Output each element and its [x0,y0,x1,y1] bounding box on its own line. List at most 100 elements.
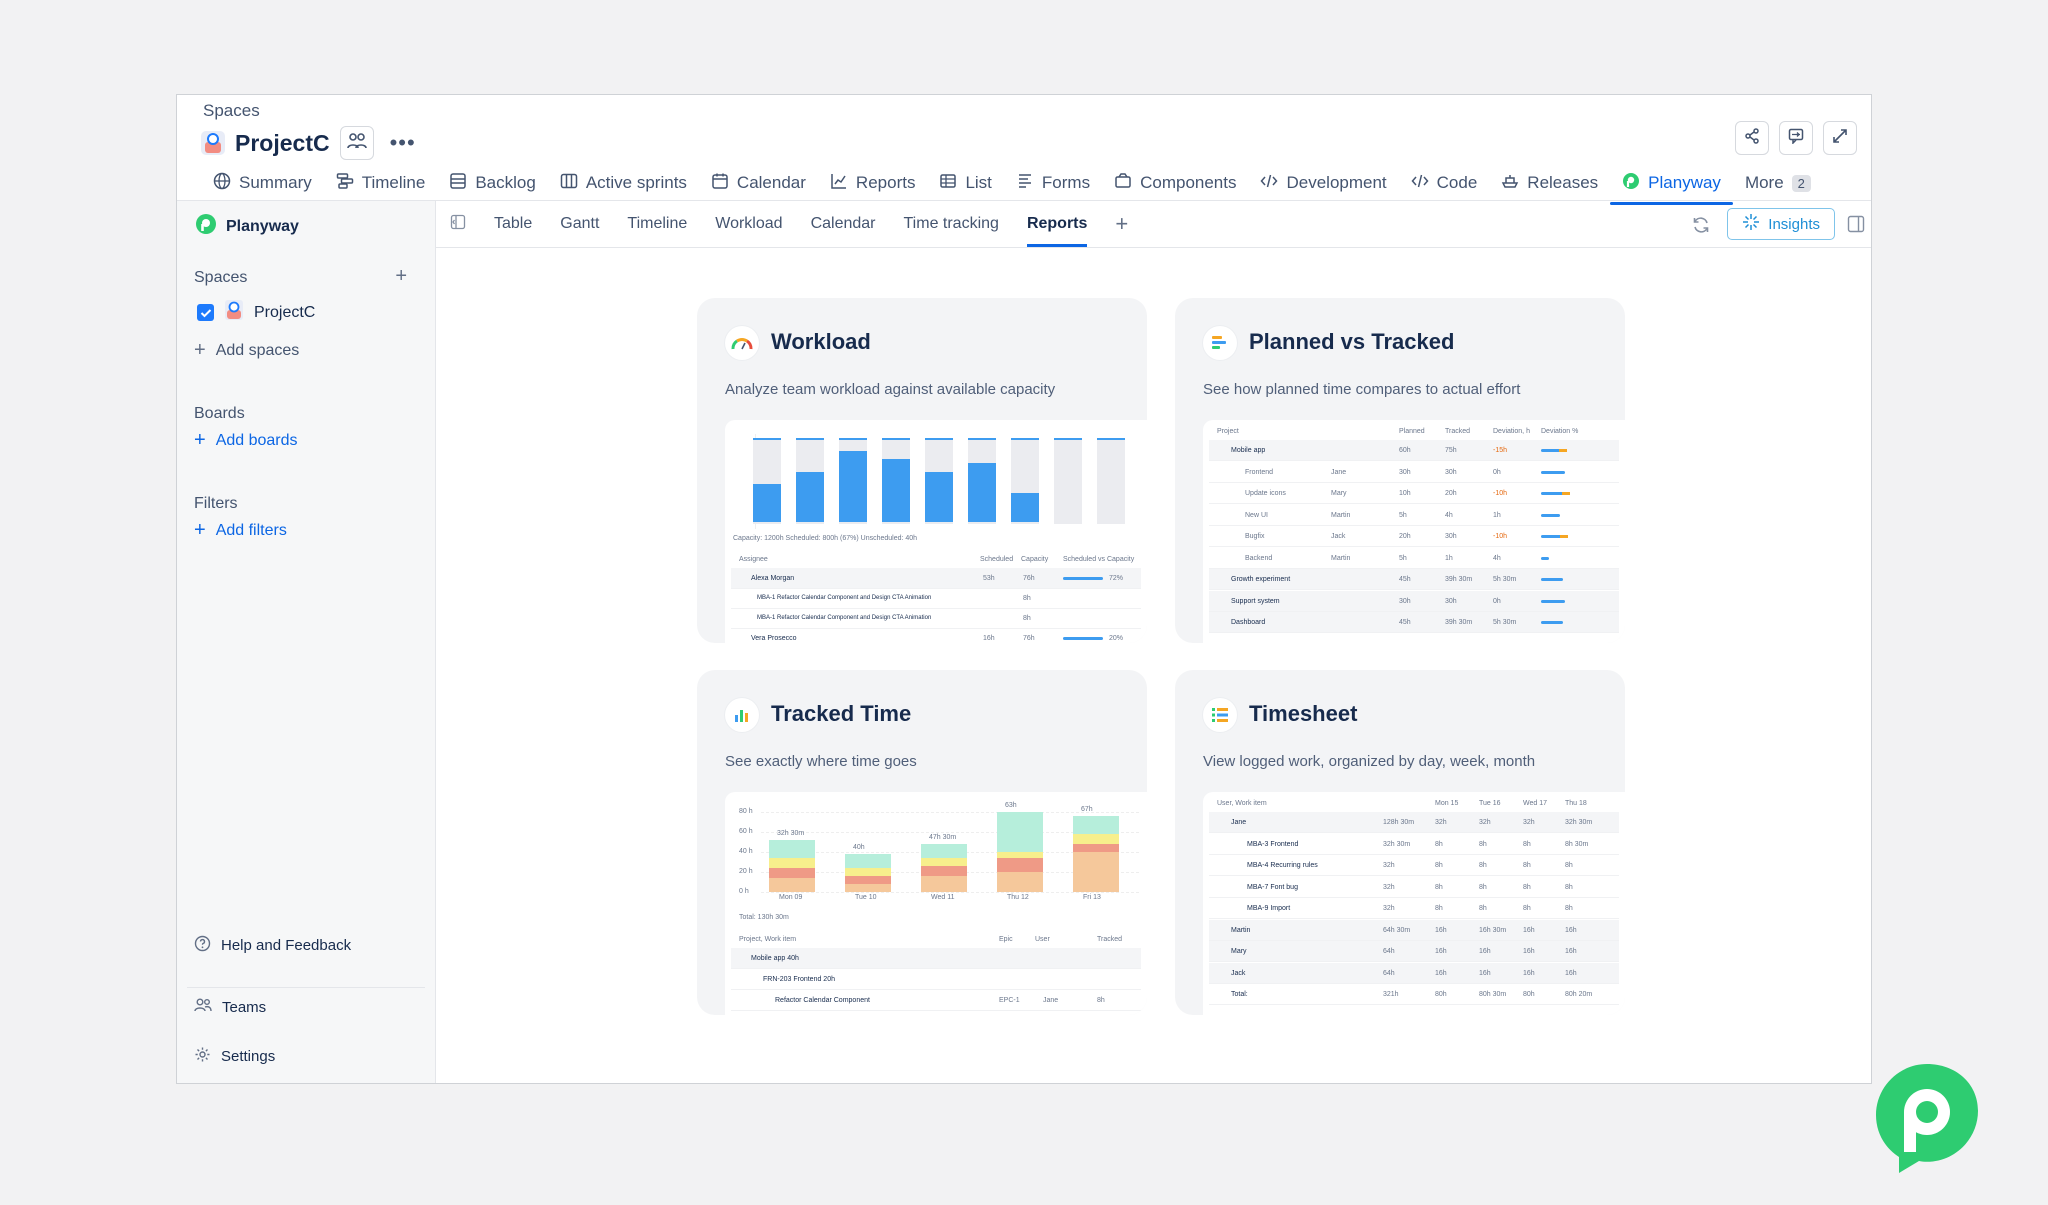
refresh-icon[interactable] [1691,215,1711,240]
fullscreen-button[interactable] [1823,121,1857,155]
table-row [1209,919,1619,941]
x-tick: Mon 09 [779,894,803,901]
row-value: 4h [1445,511,1453,519]
sidebar-brand[interactable]: Planyway [195,213,299,240]
report-card-workload[interactable]: Workload Analyze team workload against a… [697,298,1147,643]
row-value: 8h [1523,862,1531,869]
chart-line-icon [830,172,848,195]
tab-table[interactable]: Table [480,201,546,247]
add-boards-button[interactable]: + Add boards [194,429,298,452]
planned-bars-icon [1203,326,1237,360]
forms-icon [1016,172,1034,195]
add-filters-button[interactable]: + Add filters [194,519,287,542]
x-tick: Thu 12 [1007,894,1029,901]
report-card-planned-vs-tracked[interactable]: Planned vs Tracked See how planned time … [1175,298,1625,643]
nav-list[interactable]: List [927,167,1003,199]
stack-segment [845,854,891,868]
row-user: Jane [1043,997,1059,1004]
row-value: 53h [983,575,995,582]
breadcrumb[interactable]: Spaces [203,101,260,121]
row-value: 5h 30m [1493,619,1517,626]
panel-toggle-icon[interactable] [1847,215,1865,238]
nav-forms[interactable]: Forms [1004,167,1102,199]
collapse-sidebar-icon[interactable] [436,214,480,235]
checkbox-checked[interactable] [197,304,214,321]
report-card-tracked-time[interactable]: Tracked Time See exactly where time goes… [697,670,1147,1015]
nav-releases[interactable]: Releases [1489,167,1610,199]
card-description: View logged work, organized by day, week… [1203,753,1536,770]
row-value: 16h [1523,948,1535,955]
row-name: Mobile app 40h [751,955,799,962]
nav-backlog[interactable]: Backlog [437,167,547,199]
feedback-button[interactable] [1779,121,1813,155]
stack-segment [921,844,967,858]
col-header: Tue 16 [1479,800,1501,807]
add-view-plus-icon[interactable]: + [1101,201,1142,247]
tab-workload[interactable]: Workload [701,201,796,247]
add-space-plus-icon[interactable]: + [395,265,407,288]
tab-time-tracking[interactable]: Time tracking [890,201,1013,247]
view-toolbar: Table Gantt Timeline Workload Calendar T… [436,201,1871,248]
nav-timeline[interactable]: Timeline [324,167,438,199]
nav-more[interactable]: More 2 [1733,167,1823,199]
settings-link[interactable]: Settings [194,1046,275,1067]
nav-planyway[interactable]: Planyway [1610,167,1733,205]
teams-link[interactable]: Teams [194,997,266,1017]
deviation-bar [1541,513,1561,517]
row-name: Martin [1231,926,1251,934]
planyway-icon [195,213,217,240]
add-spaces-button[interactable]: + Add spaces [194,339,299,362]
nav-development[interactable]: Development [1248,167,1398,199]
row-value: 20h [1399,533,1411,540]
row-user: Jack [1331,533,1346,540]
row-value: 80h [1435,991,1447,998]
report-card-timesheet[interactable]: Timesheet View logged work, organized by… [1175,670,1625,1015]
col-header: Thu 18 [1565,800,1587,807]
y-tick: 20 h [739,868,753,875]
col-header: Capacity [1021,556,1049,563]
row-value: 8h [1479,862,1487,869]
row-total: 32h [1383,905,1395,912]
progress-bar [1063,637,1103,640]
nav-components[interactable]: Components [1102,167,1248,199]
ship-icon [1501,172,1519,195]
share-icon [1744,127,1760,149]
row-value: 16h [1523,926,1535,934]
row-value: 5h [1399,511,1407,519]
tab-calendar[interactable]: Calendar [797,201,890,247]
sidebar-item-projectc[interactable]: ProjectC [197,299,315,326]
more-count-badge: 2 [1791,174,1811,192]
nav-code[interactable]: Code [1399,167,1490,199]
row-value: 16h [1479,948,1491,955]
row-value: 8h [1435,905,1443,912]
nav-reports[interactable]: Reports [818,167,928,199]
scheduled-bar [968,463,996,522]
tab-gantt[interactable]: Gantt [546,201,613,247]
people-button[interactable] [339,126,374,160]
row-value: 16h [1435,948,1447,955]
share-button[interactable] [1735,121,1769,155]
tab-timeline[interactable]: Timeline [613,201,701,247]
nav-active-sprints[interactable]: Active sprints [548,167,699,199]
plus-icon: + [194,339,206,361]
insights-button[interactable]: Insights [1727,208,1835,240]
col-header: Planned [1399,428,1425,435]
nav-calendar[interactable]: Calendar [699,167,818,199]
row-value: 8h [1097,997,1105,1004]
gauge-icon [725,326,759,360]
scheduled-bar [839,450,867,522]
row-name: Jack [1231,969,1246,977]
help-feedback-link[interactable]: Help and Feedback [194,935,351,956]
more-actions-icon[interactable]: ••• [384,130,422,156]
list-icon [939,172,957,195]
deviation-over-bar [1558,449,1567,452]
plus-icon: + [194,429,206,451]
col-header: Wed 17 [1523,800,1547,807]
help-icon [194,935,211,956]
stack-segment [769,840,815,858]
row-value: 10h [1399,490,1411,497]
row-name: Bugfix [1245,533,1265,540]
nav-summary[interactable]: Summary [201,167,324,199]
row-value: 4h [1493,554,1501,562]
tab-reports[interactable]: Reports [1013,201,1101,247]
